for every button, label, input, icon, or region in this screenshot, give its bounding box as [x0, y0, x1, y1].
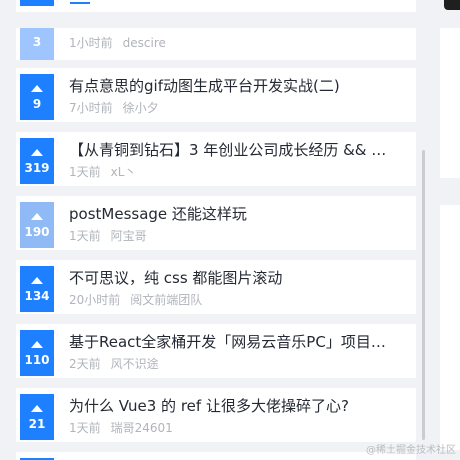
- article-meta: 1天前 阿宝哥: [69, 228, 147, 244]
- author-name[interactable]: xL丶: [111, 165, 137, 179]
- post-time: 1小时前: [69, 36, 113, 50]
- upvote-button[interactable]: 3: [20, 28, 54, 60]
- hot-article-feed-body: 9 有点意思的gif动图生成平台开发实战(二) 7小时前 徐小夕 319 【从青铜…: [16, 68, 416, 460]
- post-time: 2天前: [69, 357, 101, 371]
- post-time: 7小时前: [69, 101, 113, 115]
- list-item[interactable]: 9 有点意思的gif动图生成平台开发实战(二) 7小时前 徐小夕: [16, 68, 416, 122]
- article-meta: 7小时前 徐小夕: [69, 100, 159, 116]
- watermark: @稀土掘金技术社区: [366, 445, 456, 456]
- list-item[interactable]: 134 不可思议，纯 css 都能图片滚动 20小时前 阅文前端团队: [16, 260, 416, 314]
- article-title[interactable]: 为什么 Vue3 的 ref 让很多大佬操碎了心?: [69, 396, 408, 416]
- author-name[interactable]: 风不识途: [111, 357, 159, 371]
- article-title[interactable]: 【从青铜到钻石】3 年创业公司成长经历 && …: [69, 140, 408, 160]
- vote-count: 110: [24, 352, 50, 367]
- list-item[interactable]: 190 postMessage 还能这样玩 1天前 阿宝哥: [16, 196, 416, 250]
- article-meta: 1天前 xL丶: [69, 164, 136, 180]
- up-arrow-icon: [31, 212, 43, 220]
- upvote-button[interactable]: 190: [20, 202, 54, 248]
- author-name[interactable]: 阿宝哥: [111, 229, 147, 243]
- upvote-button[interactable]: 21: [20, 394, 54, 440]
- sidebar-edge: [440, 0, 460, 460]
- article-title[interactable]: 有点意思的gif动图生成平台开发实战(二): [69, 76, 408, 96]
- vote-count: 134: [24, 288, 50, 303]
- author-name[interactable]: descire: [123, 36, 166, 50]
- article-meta: 1天前 瑞哥24601: [69, 420, 173, 436]
- up-arrow-icon: [31, 148, 43, 156]
- post-time: 1天前: [69, 165, 101, 179]
- article-title[interactable]: 基于React全家桶开发「网易云音乐PC」项目…: [69, 332, 408, 352]
- sidebar-card: [440, 28, 460, 178]
- list-item[interactable]: 319 【从青铜到钻石】3 年创业公司成长经历 && … 1天前 xL丶: [16, 132, 416, 186]
- upvote-button[interactable]: 134: [20, 266, 54, 312]
- article-meta: 1小时前 descire: [69, 35, 166, 51]
- up-arrow-icon: [31, 84, 43, 92]
- up-arrow-icon: [31, 340, 43, 348]
- vote-count: 9: [32, 96, 42, 111]
- article-title[interactable]: 不可思议，纯 css 都能图片滚动: [69, 268, 408, 288]
- upvote-button[interactable]: 110: [20, 330, 54, 376]
- upvote-button[interactable]: 319: [20, 138, 54, 184]
- article-meta: 2天前 风不识途: [69, 356, 159, 372]
- post-time: 1天前: [69, 421, 101, 435]
- sidebar-card: [440, 205, 460, 450]
- vote-count: 319: [24, 160, 50, 175]
- scrollbar[interactable]: [422, 150, 425, 440]
- upvote-button[interactable]: 9: [20, 74, 54, 120]
- vote-count: 21: [28, 416, 46, 431]
- hot-article-feed: 3 1小时前 descire: [16, 28, 416, 70]
- vote-button[interactable]: [20, 0, 54, 6]
- list-item-partial[interactable]: [16, 452, 416, 460]
- author-name[interactable]: 徐小夕: [123, 101, 159, 115]
- active-tab-indicator: [70, 2, 90, 4]
- up-arrow-icon: [31, 404, 43, 412]
- list-item[interactable]: 21 为什么 Vue3 的 ref 让很多大佬操碎了心? 1天前 瑞哥24601: [16, 388, 416, 442]
- author-name[interactable]: 瑞哥24601: [111, 421, 173, 435]
- vote-count: 3: [32, 35, 42, 49]
- previous-card-edge: [16, 0, 416, 12]
- article-title[interactable]: postMessage 还能这样玩: [69, 204, 408, 224]
- list-item[interactable]: 110 基于React全家桶开发「网易云音乐PC」项目… 2天前 风不识途: [16, 324, 416, 378]
- list-item[interactable]: 3 1小时前 descire: [16, 28, 416, 60]
- up-arrow-icon: [31, 276, 43, 284]
- post-time: 1天前: [69, 229, 101, 243]
- author-name[interactable]: 阅文前端团队: [130, 293, 202, 307]
- post-time: 20小时前: [69, 293, 121, 307]
- article-meta: 20小时前 阅文前端团队: [69, 292, 202, 308]
- vote-count: 190: [24, 224, 50, 239]
